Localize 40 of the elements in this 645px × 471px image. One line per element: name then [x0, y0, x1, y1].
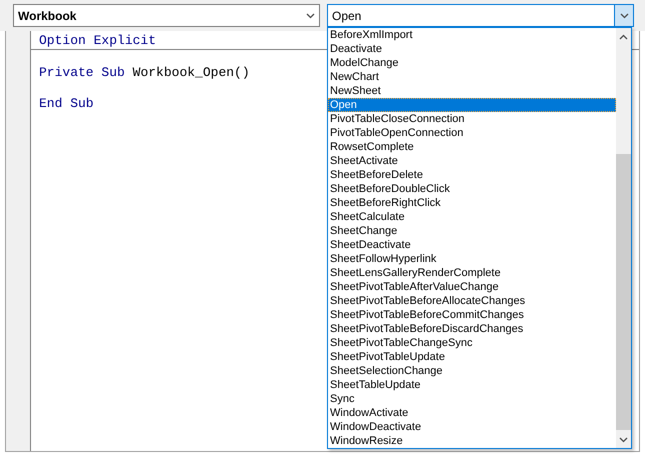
procedure-item[interactable]: ModelChange	[328, 56, 616, 70]
procedure-item[interactable]: SheetFollowHyperlink	[328, 252, 616, 266]
procedure-item[interactable]: WindowResize	[328, 434, 616, 448]
chevron-up-icon	[619, 34, 628, 40]
procedure-item[interactable]: SheetTableUpdate	[328, 378, 616, 392]
procedure-item[interactable]: SheetPivotTableAfterValueChange	[328, 280, 616, 294]
procedure-item[interactable]: SheetDeactivate	[328, 238, 616, 252]
chevron-down-icon	[306, 12, 314, 18]
procedure-item[interactable]: SheetLensGalleryRenderComplete	[328, 266, 616, 280]
chevron-down-icon	[619, 436, 628, 442]
procedure-item[interactable]: SheetPivotTableBeforeCommitChanges	[328, 308, 616, 322]
procedure-item[interactable]: SheetActivate	[328, 154, 616, 168]
procedure-item[interactable]: RowsetComplete	[328, 140, 616, 154]
code-line: Option Explicit	[39, 33, 156, 48]
object-dropdown[interactable]: Workbook	[13, 4, 320, 27]
procedure-item[interactable]: SheetBeforeDelete	[328, 168, 616, 182]
procedure-item[interactable]: Sync	[328, 392, 616, 406]
procedure-item[interactable]: Open	[328, 98, 616, 112]
procedure-item[interactable]: SheetSelectionChange	[328, 364, 616, 378]
procedure-item[interactable]: SheetPivotTableBeforeAllocateChanges	[328, 294, 616, 308]
code-line: End Sub	[39, 96, 94, 111]
procedure-item[interactable]: SheetCalculate	[328, 210, 616, 224]
procedure-item[interactable]: WindowDeactivate	[328, 420, 616, 434]
procedure-item[interactable]: SheetBeforeDoubleClick	[328, 182, 616, 196]
procedure-item[interactable]: Deactivate	[328, 42, 616, 56]
procedure-item[interactable]: SheetChange	[328, 224, 616, 238]
procedure-item[interactable]: WindowActivate	[328, 406, 616, 420]
scrollbar[interactable]	[616, 28, 631, 448]
procedure-item[interactable]: SheetPivotTableChangeSync	[328, 336, 616, 350]
procedure-item[interactable]: SheetBeforeRightClick	[328, 196, 616, 210]
procedure-item[interactable]: BeforeXmlImport	[328, 28, 616, 42]
code-line: Private Sub Workbook_Open()	[39, 65, 250, 80]
procedure-item[interactable]: PivotTableOpenConnection	[328, 126, 616, 140]
procedure-item[interactable]: PivotTableCloseConnection	[328, 112, 616, 126]
procedure-item[interactable]: NewSheet	[328, 84, 616, 98]
procedure-item[interactable]: SheetPivotTableUpdate	[328, 350, 616, 364]
procedure-dropdown[interactable]: Open	[327, 4, 634, 27]
chevron-down-icon	[620, 12, 628, 18]
procedure-item[interactable]: NewChart	[328, 70, 616, 84]
procedure-item[interactable]: SheetPivotTableBeforeDiscardChanges	[328, 322, 616, 336]
